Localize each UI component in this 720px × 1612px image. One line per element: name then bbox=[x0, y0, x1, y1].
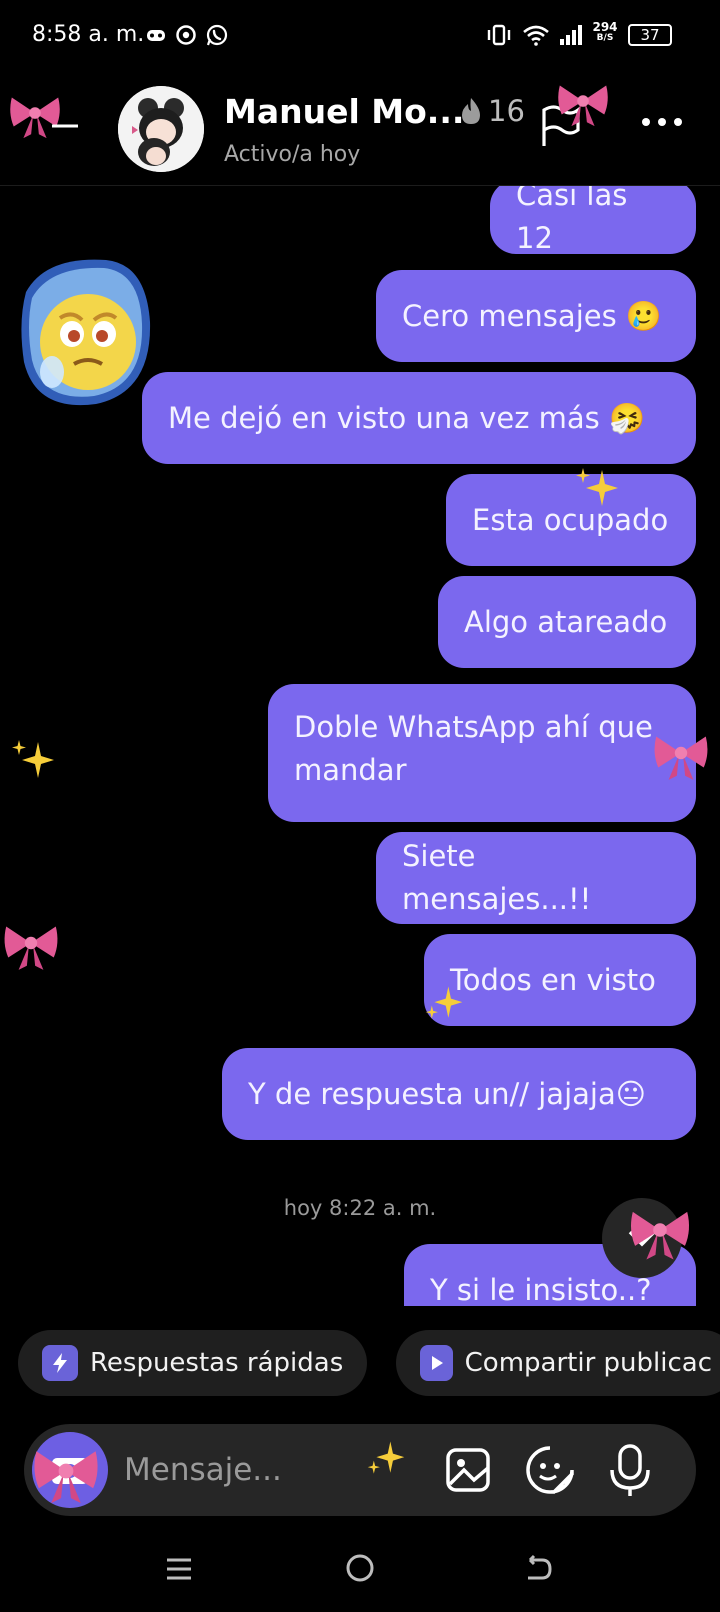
share-post-button[interactable]: Compartir publicac bbox=[396, 1330, 720, 1396]
sticker-icon[interactable] bbox=[524, 1444, 576, 1496]
menu-icon[interactable] bbox=[164, 1554, 194, 1584]
chat-title[interactable]: Manuel Mo... bbox=[224, 92, 464, 131]
status-bar: 8:58 a. m. 294 B/S 37 bbox=[0, 0, 720, 72]
microphone-icon[interactable] bbox=[608, 1442, 652, 1498]
network-speed-unit: B/S bbox=[596, 33, 614, 43]
signal-icon bbox=[560, 25, 582, 45]
message-list[interactable]: Casi las 12 Cero mensajes 🥲 Me dejó en v… bbox=[0, 186, 720, 1306]
network-speed-value: 294 bbox=[592, 20, 618, 34]
quick-replies-button[interactable]: Respuestas rápidas bbox=[18, 1330, 368, 1396]
message-text: Y de respuesta un// jajaja😐 bbox=[248, 1076, 646, 1111]
message-input[interactable] bbox=[124, 1446, 364, 1494]
system-nav-bar bbox=[0, 1530, 720, 1612]
message-text: Esta ocupado bbox=[472, 502, 669, 537]
message-bubble[interactable]: Esta ocupado bbox=[446, 474, 696, 566]
message-bubble[interactable]: Siete mensajes...!! bbox=[376, 832, 696, 924]
pink-bow-icon bbox=[558, 85, 608, 127]
pink-bow-icon bbox=[4, 926, 58, 970]
message-bubble[interactable]: Todos en visto bbox=[424, 934, 696, 1026]
pink-bow-icon bbox=[34, 1451, 98, 1504]
sparkle-icon bbox=[12, 740, 54, 778]
message-text: Cero mensajes 🥲 bbox=[402, 298, 663, 333]
message-text: Siete mensajes...!! bbox=[402, 839, 592, 916]
share-post-label: Compartir publicac bbox=[464, 1348, 712, 1378]
message-text: Me dejó en visto una vez más 🤧 bbox=[168, 400, 646, 435]
message-text: Algo atareado bbox=[464, 604, 668, 639]
message-bubble[interactable]: Y de respuesta un// jajaja😐 bbox=[222, 1048, 696, 1140]
battery-icon: 37 bbox=[628, 24, 672, 46]
pink-bow-icon bbox=[630, 1211, 690, 1260]
streak-badge: 16 bbox=[458, 94, 525, 128]
lightning-icon bbox=[42, 1345, 78, 1381]
quick-replies-label: Respuestas rápidas bbox=[90, 1348, 344, 1378]
home-icon[interactable] bbox=[344, 1552, 376, 1584]
more-options-icon[interactable] bbox=[640, 116, 684, 128]
message-text: Todos en visto bbox=[450, 962, 656, 997]
message-bubble[interactable]: Casi las 12 bbox=[490, 186, 696, 255]
gallery-icon[interactable] bbox=[444, 1446, 492, 1494]
activity-status: Activo/a hoy bbox=[224, 142, 361, 167]
network-speed: 294 B/S bbox=[590, 20, 620, 44]
game-controller-icon bbox=[147, 30, 165, 41]
vibrate-icon bbox=[487, 24, 511, 46]
avatar-image bbox=[118, 86, 204, 172]
message-text: Doble WhatsApp ahí que mandar bbox=[294, 710, 653, 787]
sparkle-icon bbox=[367, 1441, 405, 1474]
chat-header: Manuel Mo... Activo/a hoy 16 bbox=[0, 72, 720, 186]
message-text: Casi las 12 bbox=[516, 186, 628, 255]
status-time: 8:58 a. m. bbox=[32, 22, 145, 47]
sparkle-icon bbox=[576, 468, 618, 506]
crying-emoji-sticker[interactable] bbox=[16, 252, 158, 412]
whatsapp-icon bbox=[206, 24, 228, 46]
chrome-icon bbox=[176, 25, 196, 45]
streak-count: 16 bbox=[488, 94, 525, 128]
back-icon[interactable] bbox=[522, 1552, 554, 1584]
wifi-icon bbox=[523, 25, 549, 46]
play-icon bbox=[420, 1345, 453, 1381]
avatar[interactable] bbox=[118, 86, 204, 172]
pink-bow-icon bbox=[654, 736, 708, 780]
message-composer bbox=[24, 1424, 696, 1516]
flame-icon bbox=[462, 98, 480, 124]
message-bubble[interactable]: Me dejó en visto una vez más 🤧 bbox=[142, 372, 696, 464]
message-bubble[interactable]: Cero mensajes 🥲 bbox=[376, 270, 696, 362]
battery-level: 37 bbox=[640, 26, 660, 44]
message-bubble[interactable]: Algo atareado bbox=[438, 576, 696, 668]
back-arrow-icon[interactable] bbox=[50, 112, 80, 132]
message-bubble[interactable]: Doble WhatsApp ahí que mandar bbox=[268, 684, 696, 822]
sparkle-icon bbox=[425, 986, 463, 1019]
